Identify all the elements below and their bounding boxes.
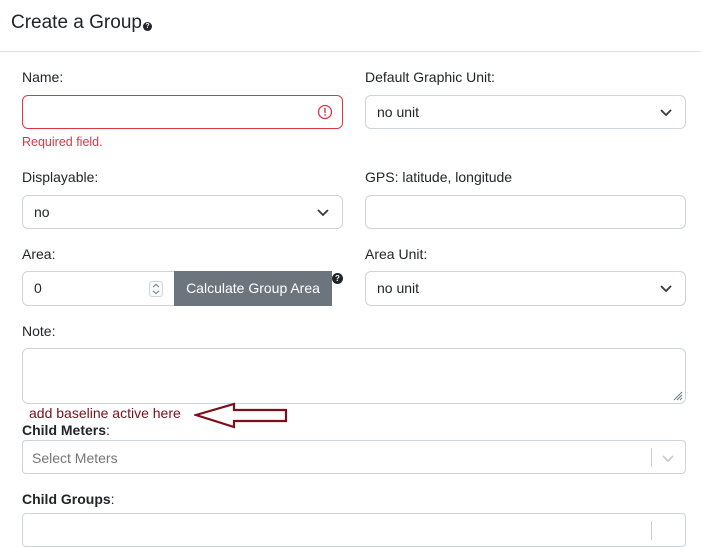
displayable-select[interactable]: no bbox=[22, 195, 343, 229]
resize-handle-icon[interactable] bbox=[671, 389, 683, 401]
area-label: Area: bbox=[22, 246, 56, 262]
calculate-group-area-button[interactable]: Calculate Group Area bbox=[174, 271, 332, 306]
gps-input[interactable] bbox=[365, 195, 686, 229]
child-groups-label-text: Child Groups bbox=[22, 491, 111, 507]
default-graphic-unit-label: Default Graphic Unit: bbox=[365, 69, 495, 85]
child-groups-label: Child Groups: bbox=[22, 491, 115, 507]
spinner-icon[interactable] bbox=[149, 281, 163, 297]
arrow-icon bbox=[194, 402, 288, 429]
select-separator bbox=[651, 448, 652, 467]
child-groups-select[interactable] bbox=[22, 513, 686, 547]
displayable-value: no bbox=[34, 204, 50, 220]
chevron-down-icon bbox=[660, 109, 672, 117]
child-meters-select[interactable]: Select Meters bbox=[22, 440, 686, 474]
chevron-down-icon bbox=[660, 285, 672, 293]
annotation-text: add baseline active here bbox=[29, 405, 181, 421]
modal-header: Create a Group? bbox=[0, 0, 701, 52]
child-meters-label: Child Meters: bbox=[22, 422, 110, 438]
note-label: Note: bbox=[22, 323, 56, 339]
note-textarea[interactable] bbox=[22, 348, 686, 404]
name-label: Name: bbox=[22, 69, 64, 85]
area-unit-select[interactable]: no unit bbox=[365, 271, 686, 306]
help-icon[interactable]: ? bbox=[142, 22, 152, 31]
displayable-label: Displayable: bbox=[22, 169, 99, 185]
name-error: Required field. bbox=[22, 135, 103, 149]
area-input-value: 0 bbox=[34, 280, 42, 296]
child-groups-label-colon: : bbox=[110, 491, 115, 507]
child-meters-placeholder: Select Meters bbox=[32, 450, 118, 466]
gps-label: GPS: latitude, longitude bbox=[365, 169, 513, 185]
area-unit-label: Area Unit: bbox=[365, 246, 428, 262]
chevron-down-icon bbox=[317, 209, 329, 217]
help-icon[interactable]: ? bbox=[332, 273, 343, 284]
child-meters-label-colon: : bbox=[106, 422, 110, 438]
area-input[interactable]: 0 bbox=[22, 271, 182, 306]
chevron-down-icon[interactable] bbox=[661, 451, 675, 465]
error-icon bbox=[317, 104, 333, 120]
page-title: Create a Group? bbox=[11, 12, 152, 34]
default-graphic-unit-select[interactable]: no unit bbox=[365, 95, 686, 129]
area-unit-value: no unit bbox=[377, 280, 420, 296]
name-input[interactable] bbox=[22, 95, 343, 129]
select-separator bbox=[651, 521, 652, 540]
child-meters-label-text: Child Meters bbox=[22, 422, 107, 438]
default-graphic-unit-value: no unit bbox=[377, 104, 420, 120]
page-title-text: Create a Group bbox=[11, 12, 142, 33]
